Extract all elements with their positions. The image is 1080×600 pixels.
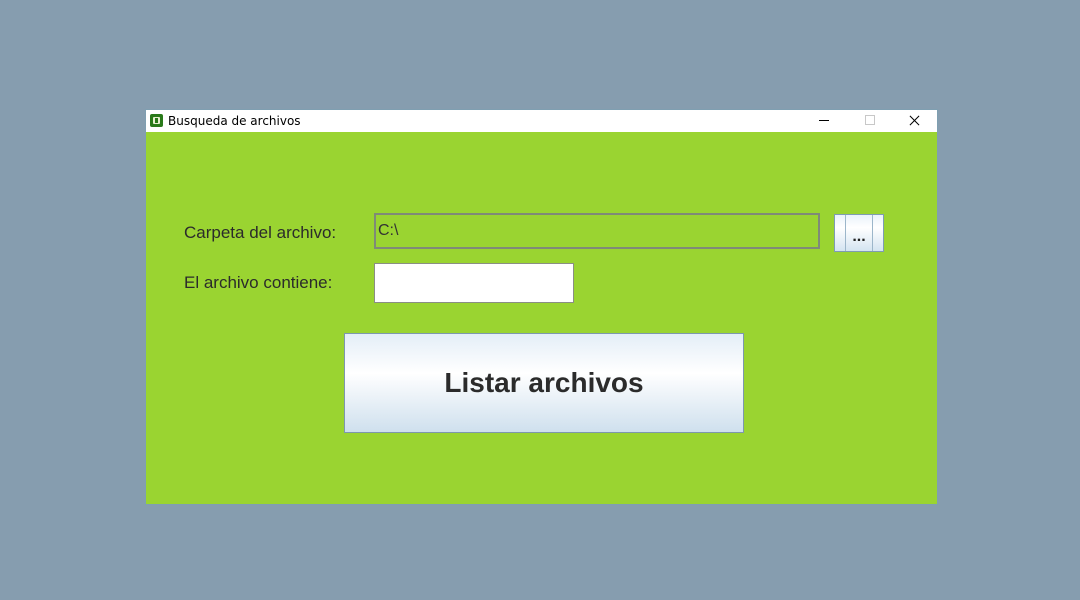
folder-path-field: C:\ [374,213,820,249]
maximize-button[interactable] [847,110,892,132]
search-window: Busqueda de archivos Carpeta del archivo… [146,110,937,504]
contains-input[interactable] [374,263,574,303]
browse-button-label: ... [845,215,873,251]
close-button[interactable] [892,110,937,132]
folder-label: Carpeta del archivo: [184,223,337,242]
list-files-button[interactable]: Listar archivos [344,333,744,433]
contains-label: El archivo contiene: [184,273,333,292]
app-logo-icon [150,114,163,127]
window-title: Busqueda de archivos [168,114,301,128]
minimize-button[interactable] [802,110,847,132]
browse-folder-button[interactable]: ... [834,214,884,252]
title-bar[interactable]: Busqueda de archivos [146,110,937,132]
